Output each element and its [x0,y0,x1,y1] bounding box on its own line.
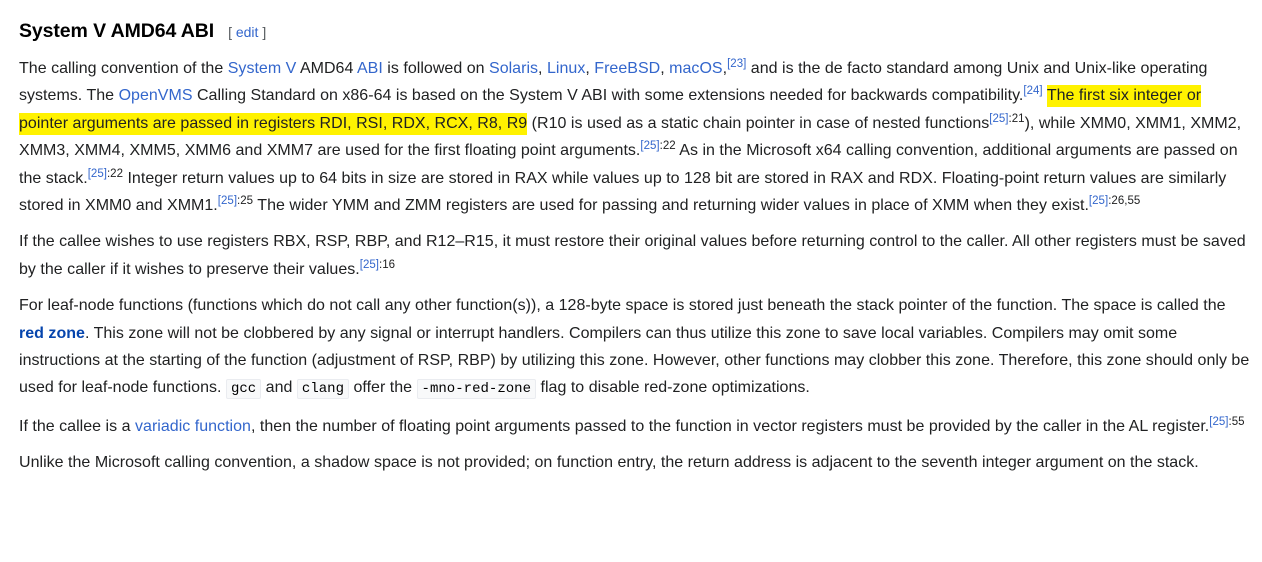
reference-24: [24] [1023,85,1042,98]
paragraph-red-zone: For leaf-node functions (functions which… [19,297,1250,400]
reference-25-page-16: [25]:16 [359,258,396,271]
code-gcc: gcc [225,379,262,400]
link-variadic-function[interactable]: variadic function [135,418,251,435]
link-linux[interactable]: Linux [547,60,585,77]
link-system-v[interactable]: System V [228,60,297,77]
paragraph-variadic: If the callee is a variadic function, th… [19,415,1245,435]
reference-23: [23] [727,58,746,70]
section-title: System V AMD64 ABI [19,20,215,42]
code-mno-red-zone: -mno-red-zone [416,379,537,400]
reference-link-25[interactable]: [25] [360,259,379,271]
code-clang: clang [296,379,350,400]
reference-link-25[interactable]: [25] [1209,416,1228,428]
link-red-zone[interactable]: red zone [19,325,85,342]
reference-25-page-21: [25]:21 [989,112,1025,125]
edit-link[interactable]: edit [236,24,259,40]
reference-link-25[interactable]: [25] [218,195,237,207]
reference-25-page-25: [25]:25 [217,195,254,208]
reference-25-page-22: [25]:22 [640,140,676,153]
reference-link-24[interactable]: [24] [1023,85,1042,98]
reference-25-page-22: [25]:22 [87,167,123,180]
reference-link-25[interactable]: [25] [88,168,107,180]
reference-25-page-55: [25]:55 [1209,415,1245,428]
link-solaris[interactable]: Solaris [489,60,538,77]
link-abi[interactable]: ABI [357,60,383,77]
article-content: System V AMD64 ABI [ edit ] The calling … [0,0,1262,477]
link-freebsd[interactable]: FreeBSD [594,60,660,77]
reference-link-25[interactable]: [25] [1089,195,1108,207]
link-openvms[interactable]: OpenVMS [119,87,193,104]
paragraph-callee-registers: If the callee wishes to use registers RB… [19,233,1246,278]
section-heading-row: System V AMD64 ABI [ edit ] [19,20,1252,43]
paragraph-calling-convention: The calling convention of the System V A… [19,58,1242,215]
reference-25-page-26-55: [25]:26,55 [1088,195,1141,208]
link-macos[interactable]: macOS [669,60,722,77]
reference-link-25[interactable]: [25] [640,140,659,152]
reference-link-23[interactable]: [23] [727,58,746,70]
edit-section: [ edit ] [228,24,267,40]
paragraph-shadow-space: Unlike the Microsoft calling convention,… [19,454,1199,472]
reference-link-25[interactable]: [25] [989,113,1008,125]
